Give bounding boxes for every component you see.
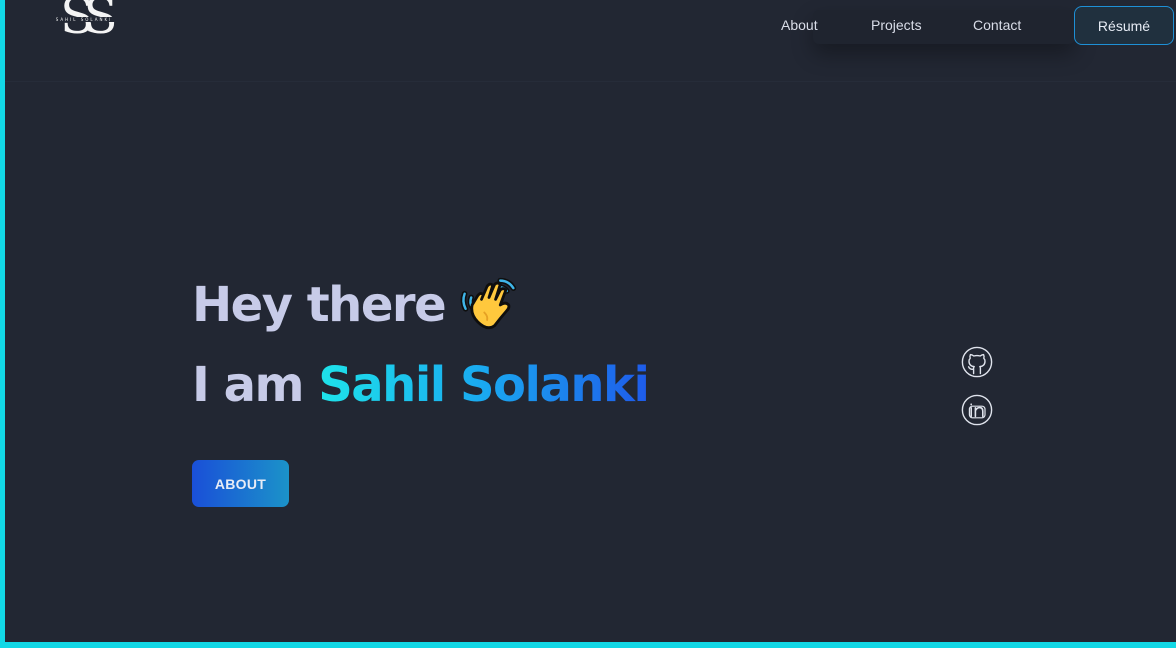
viewport-accent-border bbox=[0, 0, 1176, 648]
hero-intro: I am bbox=[192, 357, 304, 413]
github-icon[interactable] bbox=[961, 346, 993, 378]
site-header: SS SAHIL SOLANKI About Projects Contact … bbox=[5, 0, 1176, 82]
nav-link-about[interactable]: About bbox=[781, 17, 818, 33]
site-logo[interactable]: SS SAHIL SOLANKI bbox=[47, 0, 121, 44]
waving-hand-icon bbox=[460, 277, 517, 330]
hero-greeting-line: Hey there bbox=[192, 270, 519, 340]
nav-link-projects[interactable]: Projects bbox=[871, 17, 922, 33]
hero-name: Sahil Solanki bbox=[318, 357, 650, 413]
nav-link-contact[interactable]: Contact bbox=[973, 17, 1021, 33]
resume-button[interactable]: Résumé bbox=[1074, 6, 1174, 45]
nav-backdrop bbox=[813, 10, 1075, 44]
hero-greeting: Hey there bbox=[192, 277, 447, 333]
linkedin-icon[interactable] bbox=[961, 394, 993, 426]
logo-subtitle: SAHIL SOLANKI bbox=[51, 17, 117, 22]
logo-monogram: SS bbox=[60, 0, 118, 45]
hero-intro-line: I am Sahil Solanki bbox=[192, 350, 650, 420]
about-cta-button[interactable]: ABOUT bbox=[192, 460, 289, 507]
